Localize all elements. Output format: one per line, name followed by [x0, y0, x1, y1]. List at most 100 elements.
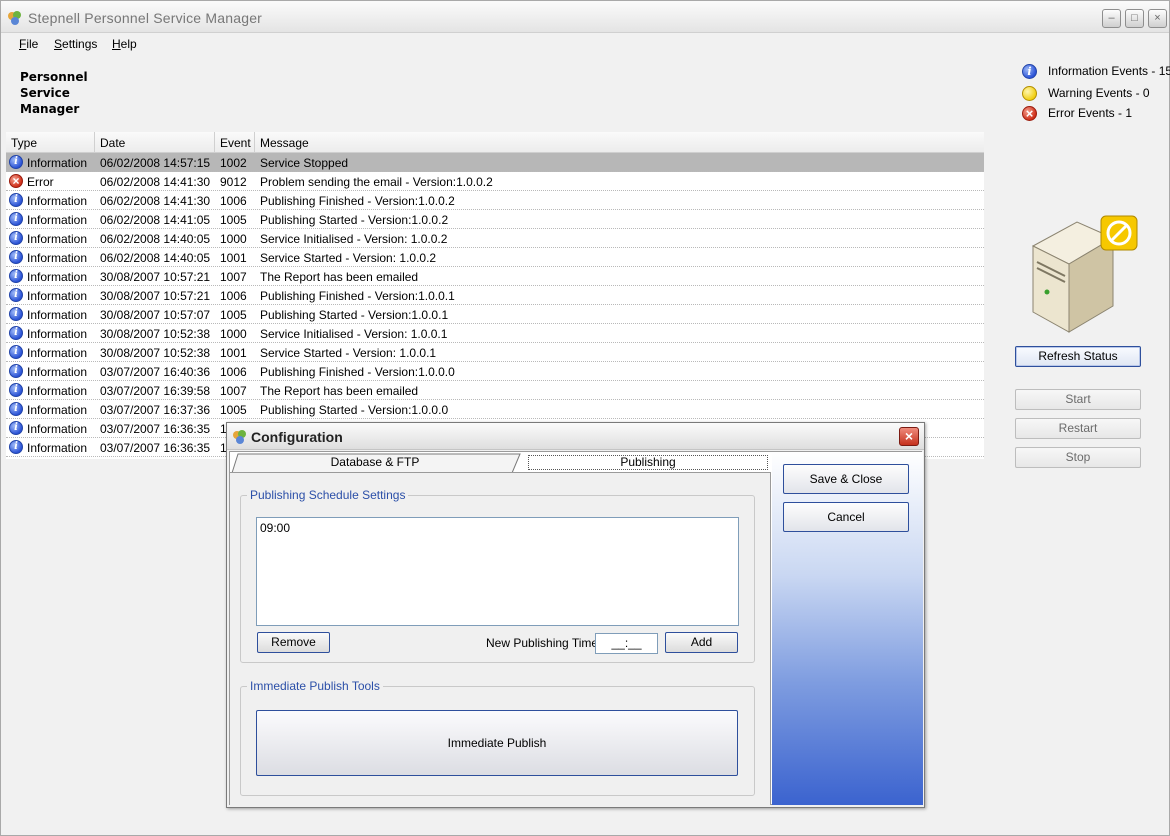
schedule-list[interactable]: 09:00: [256, 517, 739, 626]
menu-file[interactable]: File: [19, 37, 38, 51]
cell-message: Service Stopped: [260, 156, 349, 170]
stop-button[interactable]: Stop: [1015, 447, 1141, 468]
info-icon: [1022, 64, 1037, 79]
cell-event: 1001: [220, 346, 247, 360]
cell-message: Service Started - Version: 1.0.0.2: [260, 251, 437, 265]
menu-help[interactable]: Help: [112, 37, 137, 51]
cell-message: Publishing Started - Version:1.0.0.1: [260, 308, 449, 322]
error-icon: [1022, 106, 1037, 121]
menu-bar: File Settings Help: [1, 34, 1169, 54]
cell-type: Information: [27, 156, 88, 170]
table-row[interactable]: Information 03/07/2007 16:39:58 1007 The Re…: [6, 381, 984, 400]
table-row[interactable]: Information 30/08/2007 10:57:07 1005 Publis…: [6, 305, 984, 324]
summary-label: Error Events - 1: [1048, 106, 1133, 120]
warning-icon: [1022, 86, 1037, 101]
cell-date: 06/02/2008 14:40:05: [100, 232, 211, 246]
table-row[interactable]: Information 06/02/2008 14:41:05 1005 Publis…: [6, 210, 984, 229]
cell-event: 1006: [220, 194, 247, 208]
info-icon: [9, 250, 23, 264]
publishing-tab-panel: Publishing Schedule Settings 09:00 Remov…: [230, 472, 771, 805]
cell-type: Information: [27, 308, 88, 322]
info-icon: [9, 269, 23, 283]
dialog-title-bar[interactable]: Configuration ×: [227, 423, 924, 450]
save-close-button[interactable]: Save & Close: [783, 464, 909, 494]
immediate-publish-group: Immediate Publish Tools Immediate Publis…: [240, 679, 755, 796]
info-icon: [9, 440, 23, 454]
table-row[interactable]: Information 03/07/2007 16:37:36 1005 Publis…: [6, 400, 984, 419]
table-row[interactable]: Error 06/02/2008 14:41:30 9012 Problem send…: [6, 172, 984, 191]
dialog-close-button[interactable]: ×: [899, 427, 919, 446]
cell-type: Information: [27, 270, 88, 284]
table-row[interactable]: Information 30/08/2007 10:52:38 1000 Servic…: [6, 324, 984, 343]
publishing-schedule-group: Publishing Schedule Settings 09:00 Remov…: [240, 488, 755, 663]
table-row[interactable]: Information 30/08/2007 10:57:21 1006 Publis…: [6, 286, 984, 305]
app-icon: [233, 430, 246, 444]
dialog-body: Database & FTP Publishing Publishing Sch…: [229, 451, 923, 805]
cell-date: 03/07/2007 16:36:35: [100, 441, 211, 455]
cell-type: Information: [27, 289, 88, 303]
info-icon: [9, 193, 23, 207]
cell-type: Information: [27, 422, 88, 436]
cell-event: 1002: [220, 156, 247, 170]
cell-event: 1007: [220, 384, 247, 398]
menu-settings[interactable]: Settings: [54, 37, 97, 51]
maximize-button[interactable]: □: [1125, 9, 1144, 28]
immediate-publish-button[interactable]: Immediate Publish: [256, 710, 738, 776]
new-time-label: New Publishing Time: [486, 636, 599, 650]
cell-message: Publishing Started - Version:1.0.0.2: [260, 213, 449, 227]
cell-type: Error: [27, 175, 54, 189]
table-row[interactable]: Information 06/02/2008 14:57:15 1002 Servic…: [6, 153, 984, 172]
cell-event: 1006: [220, 289, 247, 303]
table-row[interactable]: Information 06/02/2008 14:40:05 1001 Servic…: [6, 248, 984, 267]
cell-event: 1006: [220, 365, 247, 379]
cell-event: 1005: [220, 308, 247, 322]
new-time-input[interactable]: __:__: [595, 633, 658, 654]
start-button[interactable]: Start: [1015, 389, 1141, 410]
summary-label: Warning Events - 0: [1048, 86, 1150, 100]
cell-date: 06/02/2008 14:40:05: [100, 251, 211, 265]
title-bar[interactable]: Stepnell Personnel Service Manager – □ ×: [1, 1, 1169, 33]
info-icon: [9, 231, 23, 245]
dialog-title: Configuration: [251, 429, 343, 445]
configuration-dialog: Configuration × Database & FTP Publishin…: [226, 422, 925, 808]
remove-button[interactable]: Remove: [257, 632, 330, 653]
restart-button[interactable]: Restart: [1015, 418, 1141, 439]
column-header-type[interactable]: Type: [6, 132, 95, 153]
cell-date: 30/08/2007 10:57:21: [100, 270, 211, 284]
cell-event: 1000: [220, 327, 247, 341]
cell-type: Information: [27, 213, 88, 227]
cancel-button[interactable]: Cancel: [783, 502, 909, 532]
table-row[interactable]: Information 03/07/2007 16:40:36 1006 Publis…: [6, 362, 984, 381]
main-window: Stepnell Personnel Service Manager – □ ×…: [0, 0, 1170, 836]
cell-date: 30/08/2007 10:52:38: [100, 346, 211, 360]
server-status-icon: [1031, 215, 1138, 333]
cell-event: 1005: [220, 403, 247, 417]
grid-header: Type Date Event Message: [6, 132, 984, 153]
cell-event: 1001: [220, 251, 247, 265]
cell-type: Information: [27, 365, 88, 379]
event-log-grid[interactable]: Type Date Event Message Information 06/02…: [6, 132, 984, 459]
refresh-status-button[interactable]: Refresh Status: [1015, 346, 1141, 367]
column-header-date[interactable]: Date: [95, 132, 215, 153]
cell-date: 06/02/2008 14:41:30: [100, 175, 211, 189]
tab-publishing[interactable]: Publishing: [528, 455, 768, 470]
window-title: Stepnell Personnel Service Manager: [28, 10, 263, 26]
cell-date: 06/02/2008 14:41:05: [100, 213, 211, 227]
table-row[interactable]: Information 06/02/2008 14:41:30 1006 Publis…: [6, 191, 984, 210]
group-legend: Publishing Schedule Settings: [247, 488, 409, 502]
add-button[interactable]: Add: [665, 632, 738, 653]
info-icon: [9, 307, 23, 321]
table-row[interactable]: Information 30/08/2007 10:57:21 1007 The Re…: [6, 267, 984, 286]
tab-database-ftp[interactable]: Database & FTP: [230, 453, 520, 472]
schedule-list-item[interactable]: 09:00: [260, 521, 290, 535]
cell-type: Information: [27, 327, 88, 341]
table-row[interactable]: Information 30/08/2007 10:52:38 1001 Servic…: [6, 343, 984, 362]
cell-type: Information: [27, 441, 88, 455]
cell-date: 03/07/2007 16:40:36: [100, 365, 211, 379]
close-button[interactable]: ×: [1148, 9, 1167, 28]
cell-message: Publishing Finished - Version:1.0.0.1: [260, 289, 455, 303]
table-row[interactable]: Information 06/02/2008 14:40:05 1000 Servic…: [6, 229, 984, 248]
column-header-message[interactable]: Message: [255, 132, 984, 153]
minimize-button[interactable]: –: [1102, 9, 1121, 28]
column-header-event[interactable]: Event: [215, 132, 255, 153]
